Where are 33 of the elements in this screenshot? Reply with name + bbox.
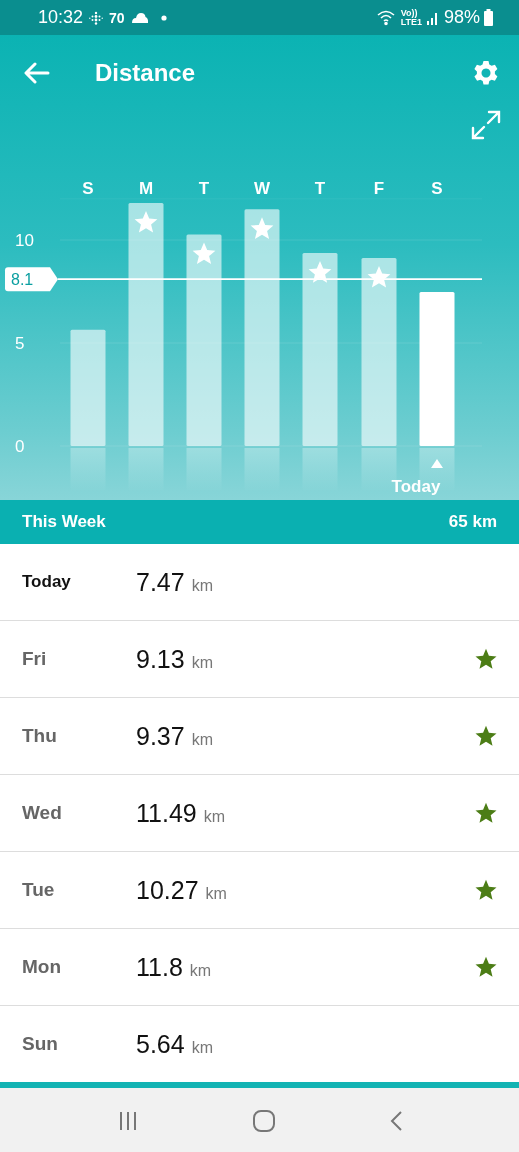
day-letter: W (254, 179, 270, 198)
day-letter: T (314, 179, 326, 198)
week-label: This Week (22, 512, 106, 532)
day-name: Fri (22, 648, 48, 670)
distance-value: 10.27 km (136, 875, 228, 905)
day-name: Thu (22, 725, 58, 747)
day-letter: S (82, 179, 94, 198)
distance-value: 9.37 km (136, 721, 214, 751)
distance-value: 11.8 km (136, 952, 213, 982)
distance-value: 11.49 km (136, 798, 226, 828)
day-letter: T (198, 179, 210, 198)
today-label: Today (391, 477, 441, 496)
day-letter: S (431, 179, 443, 198)
goal-value: 8.1 (11, 271, 34, 289)
network-label: Vo)) LTE1 (400, 8, 422, 27)
screen-title: Distance (95, 58, 197, 87)
distance-value: 7.47 km (136, 567, 214, 597)
battery-percent: 98% (443, 7, 480, 28)
status-time: 10:32 (38, 7, 84, 28)
day-name: Wed (22, 802, 63, 824)
day-name: Mon (22, 956, 63, 978)
day-name: Tue (22, 879, 56, 901)
day-letter: M (138, 179, 154, 198)
y-axis-label: 5 (15, 334, 25, 353)
y-axis-label: 10 (15, 231, 34, 250)
day-letter: F (373, 179, 385, 198)
temperature: 70 (109, 9, 125, 26)
distance-value: 9.13 km (136, 644, 214, 674)
week-total: 65 km (448, 512, 497, 532)
distance-value: 5.64 km (136, 1029, 214, 1059)
day-name: Sun (22, 1033, 59, 1055)
day-name: Today (22, 572, 72, 592)
y-axis-label: 0 (15, 437, 25, 456)
